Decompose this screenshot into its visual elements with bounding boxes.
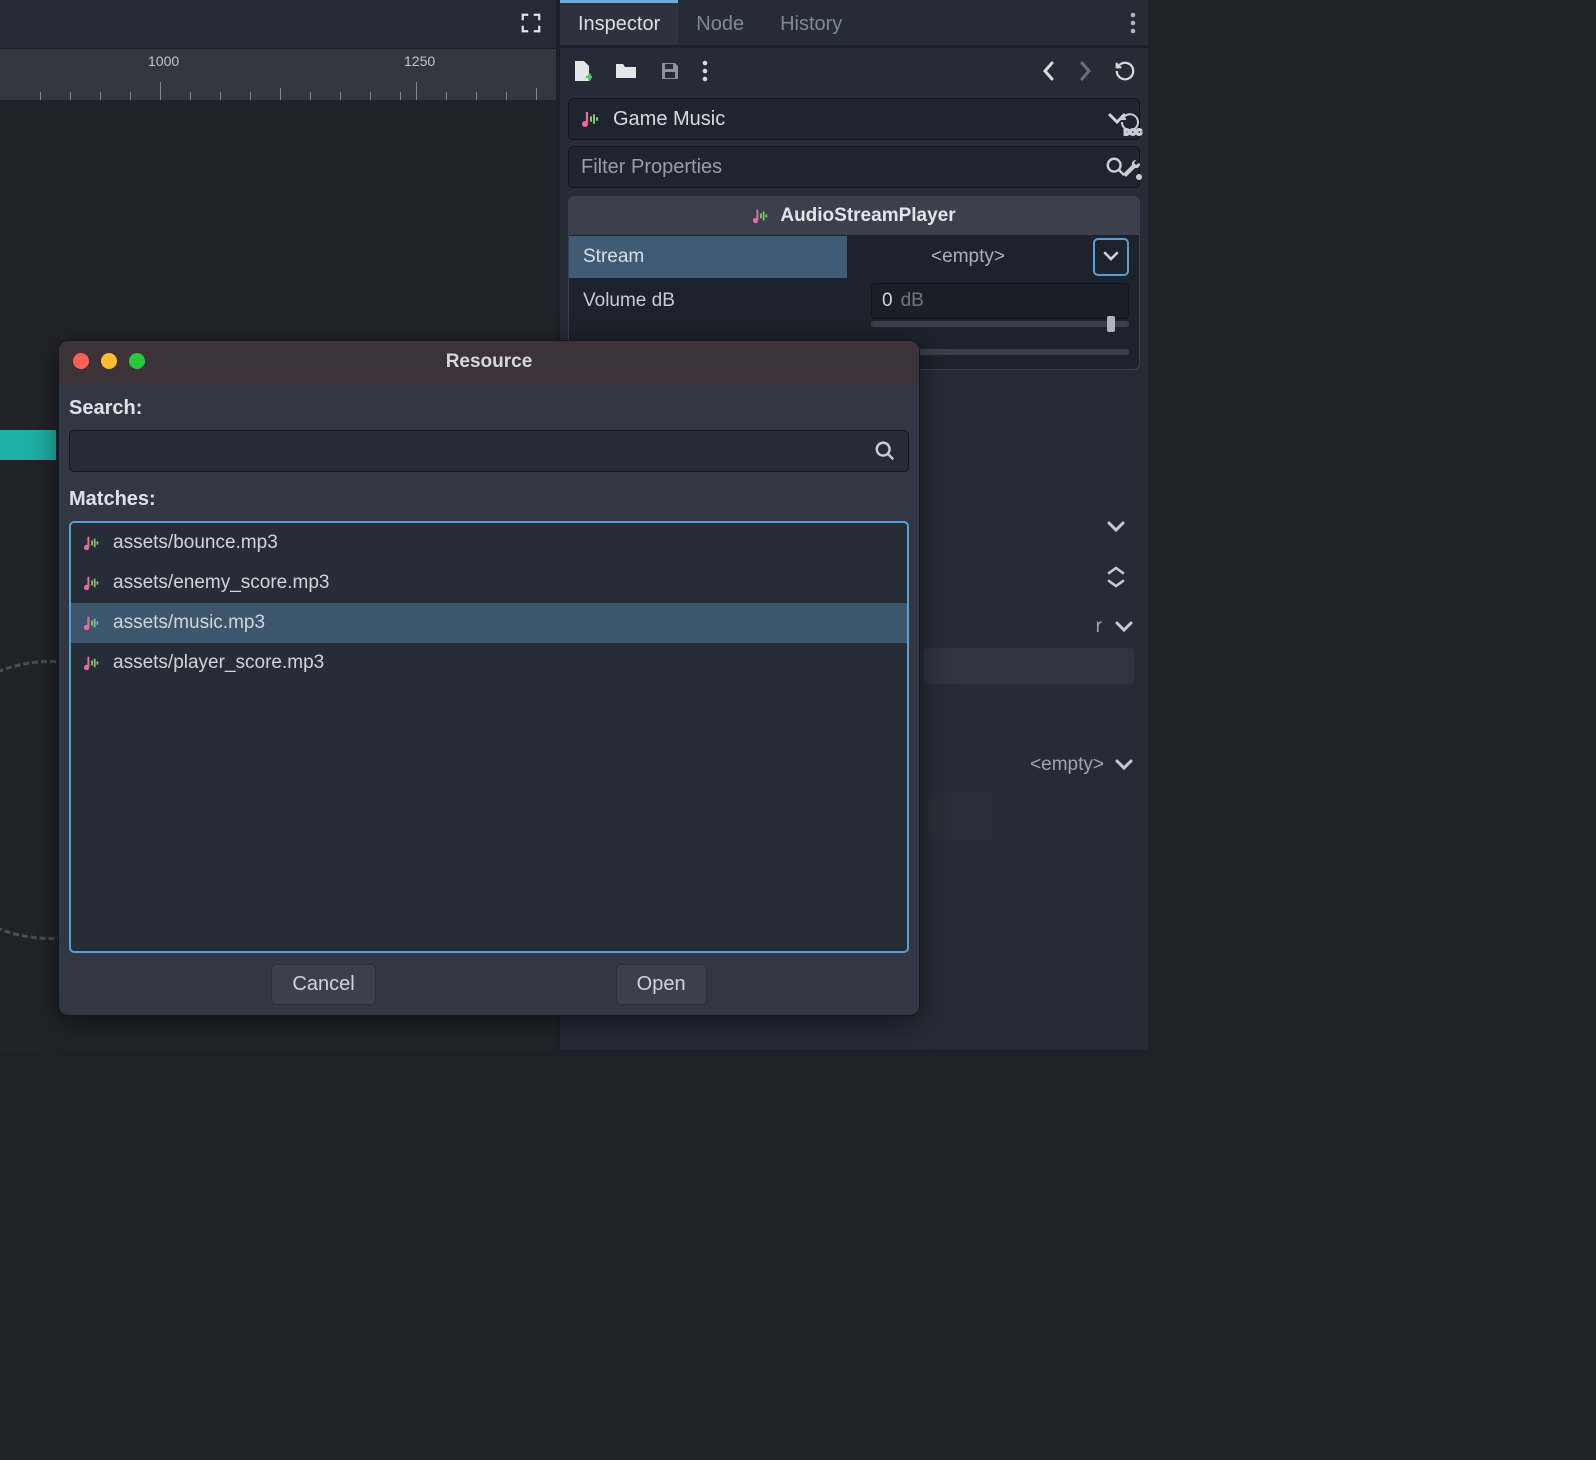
stream-dropdown-button[interactable] <box>1093 238 1129 276</box>
filter-properties-input[interactable]: Filter Properties <box>568 146 1140 188</box>
audio-file-icon <box>83 534 101 552</box>
list-item[interactable]: assets/player_score.mp3 <box>71 643 907 683</box>
volume-slider[interactable] <box>871 321 1129 327</box>
audio-file-icon <box>83 654 101 672</box>
load-resource-icon[interactable] <box>614 61 638 81</box>
list-item-label: assets/player_score.mp3 <box>113 652 324 674</box>
cancel-button[interactable]: Cancel <box>271 964 375 1005</box>
resource-dialog: Resource Search: Matches: assets/bounce.… <box>58 340 920 1016</box>
tools-icon[interactable] <box>1120 158 1144 182</box>
node-name-label: Game Music <box>613 108 1095 131</box>
chevron-down-icon[interactable] <box>1106 520 1128 542</box>
node-selector[interactable]: Game Music <box>568 98 1140 140</box>
audiostream-icon <box>752 207 770 225</box>
fullscreen-icon[interactable] <box>520 12 542 34</box>
dialog-titlebar[interactable]: Resource <box>59 341 919 383</box>
audiostream-icon <box>581 109 601 129</box>
new-resource-icon[interactable] <box>572 60 592 82</box>
audio-file-icon <box>83 574 101 592</box>
back-icon[interactable] <box>1042 60 1056 82</box>
property-stream: Stream <empty> <box>569 235 1139 279</box>
dialog-title: Resource <box>446 351 533 373</box>
property-volume-db: Volume dB 0 dB <box>569 279 1139 323</box>
volume-value: 0 <box>882 290 893 312</box>
volume-unit: dB <box>901 290 924 312</box>
history-menu-icon[interactable] <box>702 60 708 82</box>
chevron-down-icon[interactable] <box>1114 620 1134 634</box>
list-item[interactable]: assets/enemy_score.mp3 <box>71 563 907 603</box>
matches-label: Matches: <box>69 488 909 521</box>
matches-list: assets/bounce.mp3 assets/enemy_score.mp3a… <box>69 521 909 953</box>
empty-value[interactable]: <empty> <box>1030 754 1104 776</box>
list-item-label: assets/bounce.mp3 <box>113 532 278 554</box>
save-resource-icon[interactable] <box>660 61 680 81</box>
window-minimize-icon[interactable] <box>101 353 117 369</box>
hidden-field <box>924 648 1134 684</box>
list-item-label: assets/music.mp3 <box>113 612 265 634</box>
inspector-toolbar <box>560 48 1148 94</box>
class-header[interactable]: AudioStreamPlayer <box>569 197 1139 235</box>
list-item[interactable]: assets/bounce.mp3 <box>71 523 907 563</box>
list-item-label: assets/enemy_score.mp3 <box>113 572 330 594</box>
canvas-object <box>0 430 56 460</box>
partial-label: r <box>1096 616 1102 638</box>
tab-node[interactable]: Node <box>678 0 762 45</box>
ruler: 1000 1250 <box>0 48 556 100</box>
property-label-stream: Stream <box>569 236 847 278</box>
class-name-label: AudioStreamPlayer <box>780 205 955 227</box>
volume-input[interactable]: 0 dB <box>871 283 1129 319</box>
tab-inspector[interactable]: Inspector <box>560 0 678 45</box>
filter-placeholder: Filter Properties <box>581 156 1105 179</box>
open-button[interactable]: Open <box>616 964 707 1005</box>
ruler-label: 1250 <box>404 53 435 69</box>
audio-file-icon <box>83 614 101 632</box>
history-rewind-icon[interactable] <box>1114 60 1136 82</box>
search-label: Search: <box>69 397 909 430</box>
hidden-button[interactable] <box>928 792 992 840</box>
ruler-label: 1000 <box>148 53 179 69</box>
list-item[interactable]: assets/music.mp3 <box>71 603 907 643</box>
window-close-icon[interactable] <box>73 353 89 369</box>
sort-icon[interactable] <box>1106 566 1128 588</box>
chevron-down-icon[interactable] <box>1114 758 1134 772</box>
tab-history[interactable]: History <box>762 0 860 45</box>
stream-value[interactable]: <empty> <box>847 238 1089 276</box>
open-docs-icon[interactable]: DOC <box>1118 110 1144 136</box>
property-label-volume: Volume dB <box>569 290 847 312</box>
window-maximize-icon[interactable] <box>129 353 145 369</box>
search-input[interactable] <box>69 430 909 472</box>
forward-icon <box>1078 60 1092 82</box>
tabs-more-icon[interactable] <box>1118 0 1148 45</box>
search-icon <box>874 440 896 462</box>
inspector-tabs: Inspector Node History <box>560 0 1148 48</box>
svg-text:DOC: DOC <box>1124 128 1142 136</box>
viewport-toolbar <box>0 0 556 48</box>
